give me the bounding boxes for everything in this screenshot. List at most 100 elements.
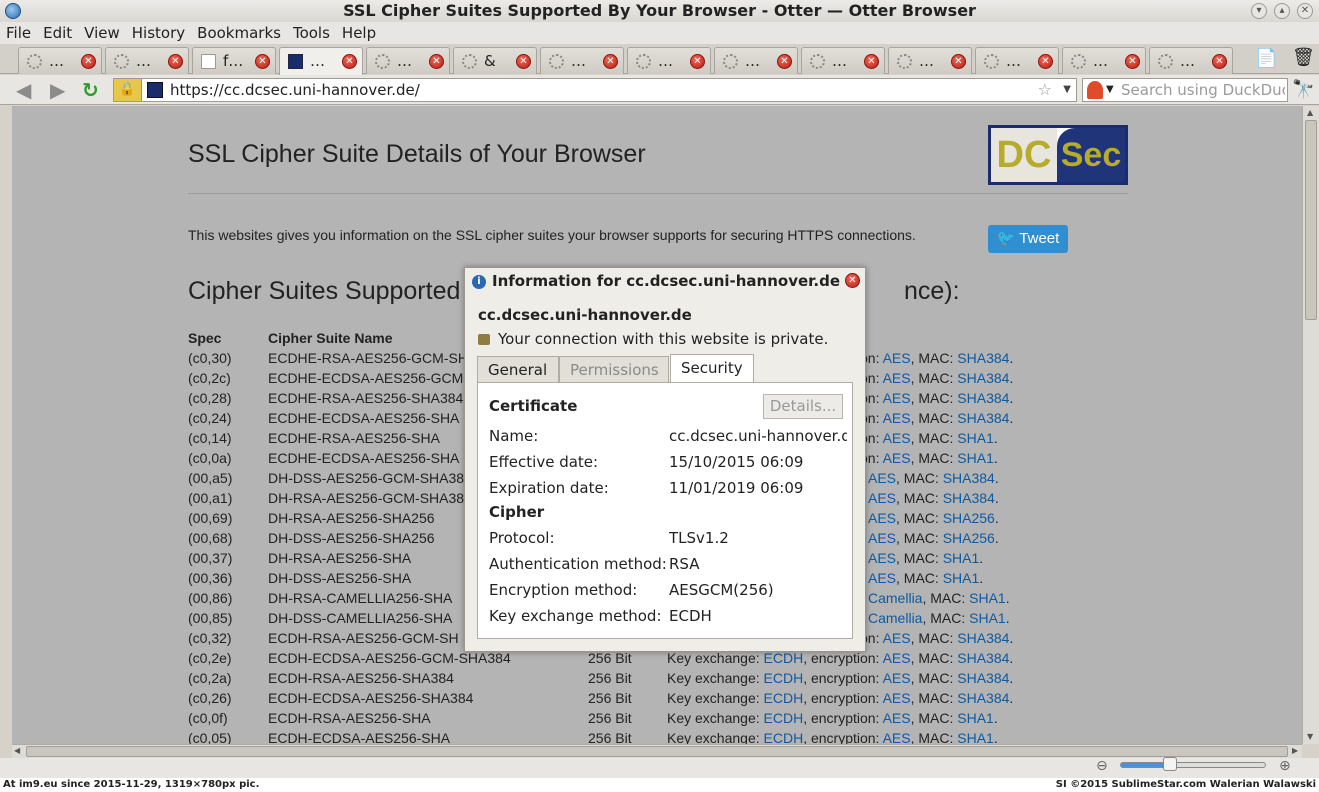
enc-link[interactable]: Camellia <box>868 590 922 606</box>
duckduckgo-icon[interactable] <box>1087 81 1103 99</box>
tab-close-icon[interactable]: ✕ <box>1038 54 1053 69</box>
enc-link[interactable]: AES <box>883 670 911 686</box>
tab-label[interactable]: … <box>49 52 75 70</box>
tab-close-icon[interactable]: ✕ <box>864 54 879 69</box>
menu-help[interactable]: Help <box>336 22 382 44</box>
menu-bookmarks[interactable]: Bookmarks <box>191 22 287 44</box>
tab-security[interactable]: Security <box>670 354 754 383</box>
search-field[interactable]: ▼ Search using DuckDuckGo <box>1082 78 1288 102</box>
enc-link[interactable]: AES <box>883 410 911 426</box>
mac-link[interactable]: SHA384 <box>957 630 1009 646</box>
mac-link[interactable]: SHA384 <box>957 410 1009 426</box>
mac-link[interactable]: SHA1 <box>957 450 994 466</box>
enc-link[interactable]: AES <box>868 510 896 526</box>
browser-tab[interactable]: … ✕ <box>801 47 885 74</box>
dialog-close-icon[interactable]: ✕ <box>845 273 860 288</box>
browser-tab[interactable]: … ✕ <box>714 47 798 74</box>
zoom-slider[interactable] <box>1120 762 1266 768</box>
enc-link[interactable]: AES <box>883 350 911 366</box>
mac-link[interactable]: SHA256 <box>943 510 995 526</box>
menu-edit[interactable]: Edit <box>37 22 78 44</box>
minimize-icon[interactable]: ▾ <box>1251 3 1267 19</box>
mac-link[interactable]: SHA1 <box>969 590 1006 606</box>
enc-link[interactable]: AES <box>883 430 911 446</box>
tab-label[interactable]: … <box>397 52 423 70</box>
mac-link[interactable]: SHA1 <box>943 570 980 586</box>
mac-link[interactable]: SHA384 <box>957 370 1009 386</box>
reload-icon[interactable]: ↻ <box>82 79 99 101</box>
close-window-icon[interactable]: ✕ <box>1297 3 1313 19</box>
menu-history[interactable]: History <box>126 22 191 44</box>
tab-label[interactable]: … <box>658 52 684 70</box>
browser-tab[interactable]: … ✕ <box>627 47 711 74</box>
enc-link[interactable]: AES <box>883 390 911 406</box>
zoom-in-icon[interactable]: ⊕ <box>1279 758 1291 774</box>
trash-icon[interactable]: 🗑 <box>1292 47 1315 68</box>
browser-tab[interactable]: … ✕ <box>540 47 624 74</box>
tab-label[interactable]: & <box>484 52 510 70</box>
mac-link[interactable]: SHA384 <box>957 650 1009 666</box>
browser-tab[interactable]: … ✕ <box>18 47 102 74</box>
kx-link[interactable]: ECDH <box>764 670 804 686</box>
scroll-down-icon[interactable]: ▼ <box>1307 732 1313 741</box>
browser-tab[interactable]: … ✕ <box>105 47 189 74</box>
lock-icon[interactable]: 🔒 <box>114 79 142 101</box>
search-placeholder[interactable]: Search using DuckDuckGo <box>1121 79 1285 101</box>
tab-close-icon[interactable]: ✕ <box>1125 54 1140 69</box>
details-button[interactable]: Details... <box>763 394 843 419</box>
tab-permissions[interactable]: Permissions <box>559 356 669 382</box>
mac-link[interactable]: SHA384 <box>957 690 1009 706</box>
url-text[interactable]: https://cc.dcsec.uni-hannover.de/ <box>170 79 420 101</box>
menu-view[interactable]: View <box>78 22 126 44</box>
enc-link[interactable]: AES <box>868 550 896 566</box>
address-bar[interactable]: 🔒 https://cc.dcsec.uni-hannover.de/ ☆ ▼ <box>113 78 1077 102</box>
tab-label[interactable]: … <box>832 52 858 70</box>
tab-label[interactable]: … <box>571 52 597 70</box>
back-button[interactable]: ◀ <box>16 79 31 101</box>
tab-general[interactable]: General <box>477 356 559 382</box>
tab-close-icon[interactable]: ✕ <box>516 54 531 69</box>
tab-close-icon[interactable]: ✕ <box>342 54 357 69</box>
tab-close-icon[interactable]: ✕ <box>168 54 183 69</box>
tab-close-icon[interactable]: ✕ <box>81 54 96 69</box>
zoom-slider-handle[interactable] <box>1163 757 1177 771</box>
mac-link[interactable]: SHA384 <box>957 390 1009 406</box>
url-dropdown-icon[interactable]: ▼ <box>1063 79 1071 101</box>
browser-tab[interactable]: … ✕ <box>1062 47 1146 74</box>
mac-link[interactable]: SHA1 <box>957 730 994 744</box>
browser-tab[interactable]: … ✕ <box>888 47 972 74</box>
mac-link[interactable]: SHA1 <box>969 610 1006 626</box>
enc-link[interactable]: AES <box>883 450 911 466</box>
mac-link[interactable]: SHA1 <box>943 550 980 566</box>
enc-link[interactable]: AES <box>868 470 896 486</box>
mac-link[interactable]: SHA1 <box>957 710 994 726</box>
search-engine-dropdown-icon[interactable]: ▼ <box>1106 79 1114 101</box>
browser-tab[interactable]: … ✕ <box>366 47 450 74</box>
tab-label[interactable]: … <box>1180 52 1206 70</box>
enc-link[interactable]: AES <box>868 570 896 586</box>
tab-close-icon[interactable]: ✕ <box>255 54 270 69</box>
tab-label[interactable]: … <box>310 52 336 70</box>
tab-close-icon[interactable]: ✕ <box>951 54 966 69</box>
tab-label[interactable]: … <box>1006 52 1032 70</box>
kx-link[interactable]: ECDH <box>764 730 804 744</box>
bookmark-star-icon[interactable]: ☆ <box>1038 79 1052 101</box>
mac-link[interactable]: SHA256 <box>943 530 995 546</box>
kx-link[interactable]: ECDH <box>764 710 804 726</box>
enc-link[interactable]: AES <box>883 650 911 666</box>
forward-button[interactable]: ▶ <box>50 79 65 101</box>
menu-tools[interactable]: Tools <box>287 22 336 44</box>
browser-tab[interactable]: … ✕ <box>975 47 1059 74</box>
tab-label[interactable]: … <box>745 52 771 70</box>
tweet-button[interactable]: 🐦 Tweet <box>988 225 1068 253</box>
zoom-out-icon[interactable]: ⊖ <box>1096 758 1108 774</box>
vertical-scroll-thumb[interactable] <box>1305 120 1317 320</box>
horizontal-scroll-thumb[interactable] <box>26 746 1288 757</box>
tab-close-icon[interactable]: ✕ <box>603 54 618 69</box>
tab-label[interactable]: … <box>136 52 162 70</box>
tab-label[interactable]: … <box>919 52 945 70</box>
vertical-scrollbar[interactable]: ▲ ▼ <box>1302 106 1319 744</box>
tab-close-icon[interactable]: ✕ <box>690 54 705 69</box>
enc-link[interactable]: AES <box>883 370 911 386</box>
mac-link[interactable]: SHA384 <box>957 670 1009 686</box>
